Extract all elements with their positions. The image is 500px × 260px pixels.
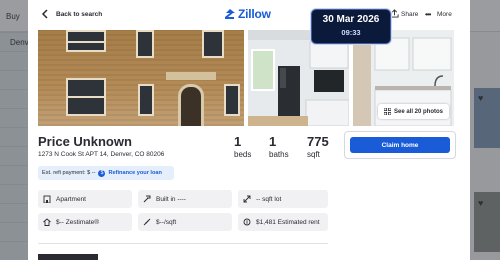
zestimate-house-icon: [43, 218, 51, 226]
share-button[interactable]: Share: [401, 11, 418, 18]
chevron-left-icon[interactable]: [40, 9, 50, 19]
expand-arrows-icon: [243, 195, 251, 203]
zillow-logo[interactable]: Zillow: [224, 7, 271, 21]
claim-home-card: Claim home: [344, 131, 456, 159]
fact-estimated-rent: $1,481 Estimated rent: [238, 213, 328, 231]
logo-text: Zillow: [238, 7, 271, 21]
photo-window: [136, 30, 154, 58]
next-section-heading: [38, 254, 98, 260]
more-button[interactable]: More: [437, 11, 452, 18]
fact-text: -- sqft lot: [256, 195, 282, 203]
sqft-value: 775: [307, 134, 329, 149]
photo-window: [224, 84, 240, 116]
beds-value: 1: [234, 134, 242, 149]
fact-text: Apartment: [56, 195, 86, 203]
photo-window: [202, 30, 224, 58]
kitchen-photo[interactable]: [248, 30, 349, 126]
time-display: 09:33: [341, 28, 361, 37]
photo-window: [66, 78, 106, 116]
refi-info-icon[interactable]: $: [98, 169, 106, 177]
sqft-label: sqft: [307, 150, 320, 159]
see-all-photos-button[interactable]: See all 20 photos: [378, 104, 450, 119]
modal-header: Back to search Zillow Share ••• More: [28, 0, 470, 30]
refi-payment-text: Est. refi payment: $ --: [42, 170, 96, 176]
grid-icon: [384, 108, 391, 115]
section-divider: [38, 243, 328, 244]
fact-year-built: Built in ----: [138, 190, 232, 208]
kitchen-illustration: [248, 30, 349, 126]
fact-price-per-sqft: $--/sqft: [138, 213, 232, 231]
fact-text: $--/sqft: [156, 218, 177, 226]
fact-zestimate: $-- Zestimate®: [38, 213, 132, 231]
baths-label: baths: [269, 150, 289, 159]
fact-text: $-- Zestimate®: [56, 218, 100, 226]
date-display: 30 Mar 2026: [322, 14, 380, 25]
main-property-photo[interactable]: [38, 30, 244, 126]
fact-lot-size: -- sqft lot: [238, 190, 328, 208]
photo-window: [66, 30, 106, 52]
refi-payment-banner: Est. refi payment: $ -- $ Refinance your…: [38, 166, 174, 180]
refinance-link[interactable]: Refinance your loan: [108, 170, 161, 176]
see-all-photos-label: See all 20 photos: [394, 108, 444, 115]
claim-home-button[interactable]: Claim home: [350, 137, 450, 153]
share-icon[interactable]: [390, 9, 399, 18]
coins-icon: [243, 218, 251, 226]
price-heading: Price Unknown: [38, 134, 132, 149]
datetime-overlay: 30 Mar 2026 09:33: [311, 9, 391, 44]
beds-label: beds: [234, 150, 252, 159]
back-to-search-link[interactable]: Back to search: [56, 11, 102, 18]
photo-window: [138, 84, 154, 116]
property-address: 1273 N Cook St APT 14, Denver, CO 80206: [38, 151, 165, 158]
fact-text: $1,481 Estimated rent: [256, 218, 320, 226]
baths-stat: 1 baths: [269, 134, 289, 159]
property-detail-modal: Back to search Zillow Share ••• More See…: [28, 0, 470, 260]
photo-entry-trim: [166, 72, 216, 80]
fact-home-type: Apartment: [38, 190, 132, 208]
ruler-icon: [143, 218, 151, 226]
zillow-z-icon: [225, 9, 235, 19]
building-icon: [43, 195, 51, 203]
fact-text: Built in ----: [156, 195, 186, 203]
hammer-icon: [143, 195, 151, 203]
photo-front-door: [178, 84, 204, 126]
sqft-stat: 775 sqft: [307, 134, 329, 159]
beds-stat: 1 beds: [234, 134, 251, 159]
baths-value: 1: [269, 134, 277, 149]
more-dots-icon[interactable]: •••: [425, 10, 431, 19]
